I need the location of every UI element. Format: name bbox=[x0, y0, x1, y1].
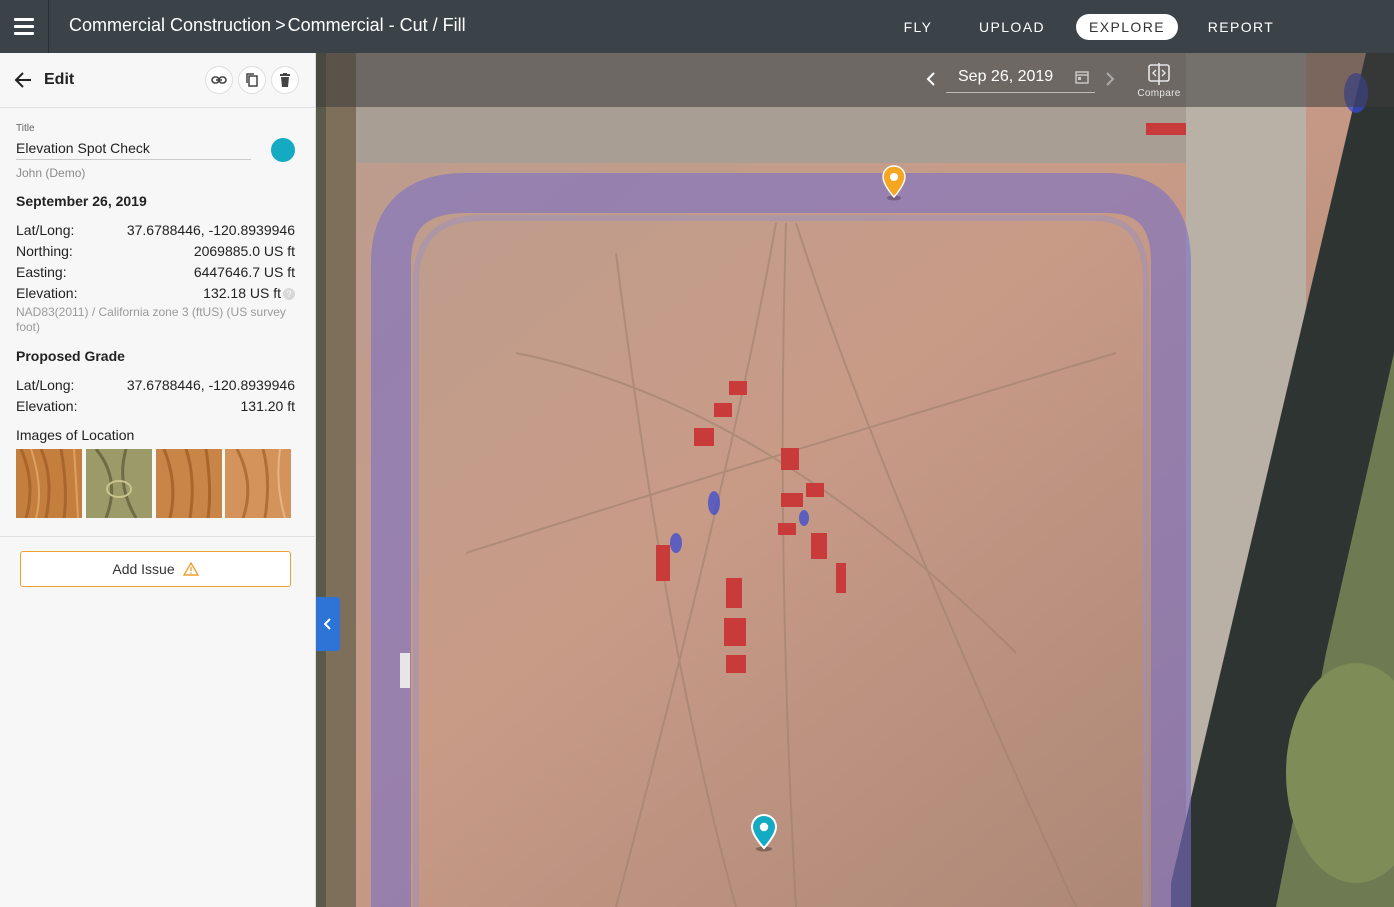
previous-date-button[interactable] bbox=[920, 67, 942, 91]
title-label: Title bbox=[16, 123, 35, 134]
location-image-thumbnail[interactable] bbox=[86, 449, 152, 518]
compare-button[interactable]: Compare bbox=[1130, 63, 1188, 101]
link-icon bbox=[211, 76, 227, 84]
cut-fill-map-image bbox=[316, 53, 1394, 907]
breadcrumb: Commercial Construction > Commercial - Cut… bbox=[69, 15, 466, 36]
collapse-panel-button[interactable] bbox=[316, 597, 340, 651]
measurement-value: 2069885.0 US ft bbox=[193, 243, 295, 259]
hamburger-icon bbox=[14, 16, 34, 37]
proposed-key: Lat/Long: bbox=[16, 377, 75, 393]
top-bar: Commercial Construction > Commercial - Cut… bbox=[0, 0, 1394, 53]
date-toolbar: Sep 26, 2019 Compare bbox=[316, 53, 1394, 107]
measurement-value: 37.6788446, -120.8939946 bbox=[126, 222, 295, 238]
images-label: Images of Location bbox=[16, 427, 135, 443]
calendar-icon bbox=[1075, 71, 1089, 84]
coordinate-system: NAD83(2011) / California zone 3 (ftUS) (… bbox=[16, 305, 286, 334]
menu-button[interactable] bbox=[0, 0, 49, 53]
location-image-thumbnail[interactable] bbox=[225, 449, 291, 518]
compare-label: Compare bbox=[1137, 88, 1181, 99]
measurement-value-wrap: 132.18 US ft? bbox=[203, 285, 295, 301]
author-name: John (Demo) bbox=[16, 166, 86, 180]
proposed-value: 131.20 ft bbox=[240, 398, 296, 414]
panel-title: Edit bbox=[44, 71, 75, 88]
nav-report[interactable]: REPORT bbox=[1202, 14, 1280, 40]
add-issue-label: Add Issue bbox=[112, 561, 175, 577]
panel-header: Edit bbox=[0, 53, 316, 108]
measurement-key: Northing: bbox=[16, 243, 73, 259]
measurement-key: Elevation: bbox=[16, 285, 78, 301]
warning-icon bbox=[182, 562, 199, 576]
nav-fly[interactable]: FLY bbox=[895, 14, 941, 40]
nav-upload[interactable]: UPLOAD bbox=[973, 14, 1051, 40]
proposed-value: 37.6788446, -120.8939946 bbox=[126, 377, 295, 393]
copy-link-button[interactable] bbox=[205, 66, 233, 94]
location-image-thumbnail[interactable] bbox=[156, 449, 222, 518]
measurement-value: 6447646.7 US ft bbox=[193, 264, 295, 280]
breadcrumb-project[interactable]: Commercial Construction bbox=[69, 15, 271, 35]
chevron-right-icon bbox=[1106, 72, 1115, 86]
compare-icon bbox=[1148, 63, 1170, 85]
nav-explore[interactable]: EXPLORE bbox=[1076, 14, 1178, 40]
location-image-thumbnail[interactable] bbox=[16, 449, 82, 518]
map-pin-selected[interactable] bbox=[750, 814, 778, 852]
date-picker[interactable]: Sep 26, 2019 bbox=[946, 63, 1095, 93]
proposed-row: Elevation: 131.20 ft bbox=[16, 398, 295, 416]
annotation-panel: Edit Title John (Demo) September 26, 20 bbox=[0, 53, 316, 907]
measurement-row: Elevation: 132.18 US ft? bbox=[16, 285, 295, 303]
divider bbox=[0, 536, 316, 537]
measurement-row: Easting: 6447646.7 US ft bbox=[16, 264, 295, 282]
measurement-row: Northing: 2069885.0 US ft bbox=[16, 243, 295, 261]
proposed-row: Lat/Long: 37.6788446, -120.8939946 bbox=[16, 377, 295, 395]
chevron-left-icon bbox=[926, 72, 935, 86]
title-input[interactable] bbox=[16, 137, 251, 160]
arrow-left-icon[interactable] bbox=[13, 70, 33, 90]
measurement-key: Lat/Long: bbox=[16, 222, 75, 238]
help-icon[interactable]: ? bbox=[283, 288, 295, 300]
next-date-button[interactable] bbox=[1099, 67, 1121, 91]
measurement-key: Easting: bbox=[16, 264, 67, 280]
measurement-row: Lat/Long: 37.6788446, -120.8939946 bbox=[16, 222, 295, 240]
breadcrumb-layer[interactable]: Commercial - Cut / Fill bbox=[288, 15, 466, 35]
map-pin-annotation[interactable] bbox=[881, 165, 907, 201]
trash-icon bbox=[280, 73, 290, 87]
chevron-left-icon bbox=[324, 618, 331, 630]
color-picker[interactable] bbox=[271, 138, 295, 162]
copy-icon bbox=[246, 73, 258, 87]
map-view[interactable]: Sep 26, 2019 Compare bbox=[316, 53, 1394, 907]
date-heading: September 26, 2019 bbox=[16, 193, 147, 209]
proposed-key: Elevation: bbox=[16, 398, 78, 414]
proposed-grade-heading: Proposed Grade bbox=[16, 348, 125, 364]
breadcrumb-separator: > bbox=[275, 15, 286, 35]
delete-button[interactable] bbox=[271, 66, 299, 94]
add-issue-button[interactable]: Add Issue bbox=[20, 551, 291, 587]
measurement-value: 132.18 US ft bbox=[203, 285, 281, 301]
date-value: Sep 26, 2019 bbox=[958, 68, 1054, 85]
duplicate-button[interactable] bbox=[238, 66, 266, 94]
